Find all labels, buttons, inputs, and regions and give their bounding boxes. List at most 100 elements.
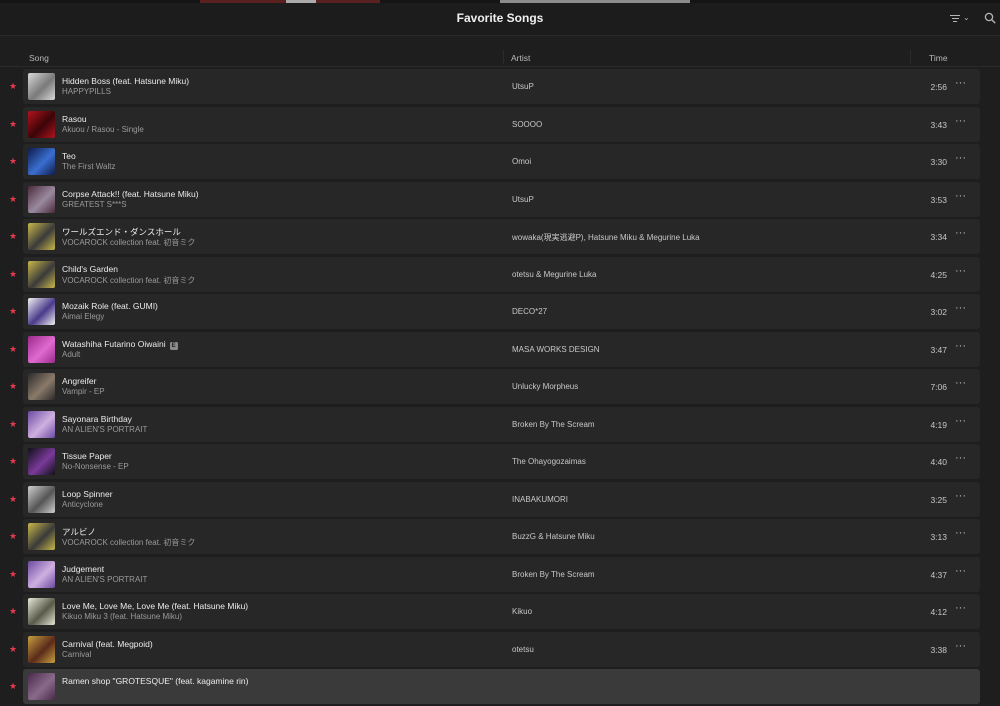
song-title: Sayonara Birthday bbox=[62, 414, 132, 424]
song-title: Hidden Boss (feat. Hatsune Miku) bbox=[62, 76, 189, 86]
song-row[interactable]: ★ アルビノ VOCAROCK collection feat. 初音ミク BuzzG… bbox=[0, 519, 1000, 556]
song-title: Love Me, Love Me, Love Me (feat. Hatsune… bbox=[62, 601, 248, 611]
favorite-star-icon[interactable]: ★ bbox=[9, 606, 17, 617]
sort-options-button[interactable]: ⌄ bbox=[950, 11, 972, 25]
song-title: Corpse Attack!! (feat. Hatsune Miku) bbox=[62, 189, 199, 199]
song-album: Akuou / Rasou - Single bbox=[62, 124, 144, 134]
song-title-text: アルビノ bbox=[62, 527, 96, 537]
strip-bar bbox=[500, 0, 690, 3]
song-row[interactable]: ★ Carnival (feat. Megpoid) Carnival otetsu 3… bbox=[0, 631, 1000, 669]
more-options-icon[interactable]: ··· bbox=[955, 302, 966, 314]
more-options-icon[interactable]: ··· bbox=[955, 415, 966, 427]
song-duration: 3:43 bbox=[930, 119, 947, 130]
song-duration: 3:38 bbox=[930, 644, 947, 655]
row-background bbox=[23, 631, 980, 667]
album-artwork bbox=[28, 110, 55, 138]
search-button[interactable] bbox=[984, 11, 998, 25]
favorite-star-icon[interactable]: ★ bbox=[9, 381, 17, 392]
more-options-icon[interactable]: ··· bbox=[955, 640, 966, 652]
song-duration: 2:56 bbox=[930, 82, 947, 92]
song-title: Judgement bbox=[62, 564, 104, 574]
more-options-icon[interactable]: ··· bbox=[955, 77, 966, 89]
song-duration: 4:12 bbox=[930, 607, 947, 617]
song-title-text: Corpse Attack!! (feat. Hatsune Miku) bbox=[62, 188, 199, 199]
favorite-star-icon[interactable]: ★ bbox=[9, 306, 17, 317]
song-artist: BuzzG & Hatsune Miku bbox=[512, 532, 595, 541]
song-artist: otetsu bbox=[512, 644, 534, 654]
song-row[interactable]: ★ Watashiha Futarino Oiwaini E Adult MASA WO… bbox=[0, 331, 1000, 369]
more-options-icon[interactable]: ··· bbox=[955, 527, 966, 539]
song-title-text: Love Me, Love Me, Love Me (feat. Hatsune… bbox=[62, 601, 249, 611]
favorite-star-icon[interactable]: ★ bbox=[9, 531, 17, 542]
column-header-song[interactable]: Song bbox=[29, 53, 49, 63]
more-options-icon[interactable]: ··· bbox=[955, 377, 966, 389]
song-title-text: Teo bbox=[62, 151, 76, 161]
column-divider[interactable] bbox=[503, 50, 504, 64]
favorite-star-icon[interactable]: ★ bbox=[9, 681, 17, 692]
song-row[interactable]: ★ Corpse Attack!! (feat. Hatsune Miku) GRE… bbox=[0, 181, 1000, 219]
more-options-icon[interactable]: ··· bbox=[955, 602, 966, 614]
favorite-star-icon[interactable]: ★ bbox=[9, 344, 17, 355]
more-options-icon[interactable]: ··· bbox=[955, 227, 966, 239]
song-row[interactable]: ★ Tissue Paper No-Nonsense - EP The Ohayogo… bbox=[0, 444, 1000, 481]
song-row[interactable]: ★ Angreifer Vampir - EP Unlucky Morpheus 7:0… bbox=[0, 369, 1000, 406]
song-row[interactable]: ★ Teo The First Waltz Omoi 3:30 ··· bbox=[0, 144, 1000, 181]
song-row[interactable]: ★ Child's Garden VOCAROCK collection feat.… bbox=[0, 256, 1000, 294]
more-options-icon[interactable]: ··· bbox=[955, 190, 966, 202]
song-row[interactable]: ★ Loop Spinner Anticyclone INABAKUMORI 3:25 ·… bbox=[0, 481, 1000, 519]
more-options-icon[interactable]: ··· bbox=[955, 490, 966, 502]
column-header-artist[interactable]: Artist bbox=[511, 53, 530, 63]
song-row[interactable]: ★ Love Me, Love Me, Love Me (feat. Hatsun… bbox=[0, 594, 1000, 631]
title-bar: Favorite Songs ⌄ bbox=[0, 0, 1000, 36]
row-background bbox=[23, 669, 980, 704]
column-divider[interactable] bbox=[910, 50, 911, 64]
more-options-icon[interactable]: ··· bbox=[955, 115, 966, 127]
favorite-star-icon[interactable]: ★ bbox=[9, 456, 17, 467]
page-title: Favorite Songs bbox=[456, 11, 544, 25]
song-album: The First Waltz bbox=[62, 162, 116, 171]
song-row[interactable]: ★ Judgement AN ALIEN'S PORTRAIT Broken By T… bbox=[0, 556, 1000, 594]
row-background bbox=[23, 106, 980, 142]
favorite-star-icon[interactable]: ★ bbox=[9, 269, 17, 280]
album-artwork bbox=[28, 260, 55, 288]
favorite-star-icon[interactable]: ★ bbox=[9, 231, 17, 242]
song-row[interactable]: ★ Mozaik Role (feat. GUMI) Aimai Elegy DECO… bbox=[0, 294, 1000, 331]
song-row[interactable]: ★ Hidden Boss (feat. Hatsune Miku) HAPPYPI… bbox=[0, 69, 1000, 106]
album-artwork bbox=[28, 148, 55, 175]
more-options-icon[interactable]: ··· bbox=[955, 340, 966, 352]
album-artwork bbox=[28, 560, 55, 588]
more-options-icon[interactable]: ··· bbox=[955, 452, 966, 464]
favorite-star-icon[interactable]: ★ bbox=[9, 156, 17, 167]
song-row[interactable]: ★ Rasou Akuou / Rasou - Single SOOOO 3:43 ··· bbox=[0, 106, 1000, 144]
more-options-icon[interactable]: ··· bbox=[955, 265, 966, 277]
more-options-icon[interactable]: ··· bbox=[955, 152, 966, 164]
song-title: Carnival (feat. Megpoid) bbox=[62, 639, 153, 649]
song-duration: 3:13 bbox=[930, 532, 947, 542]
favorite-star-icon[interactable]: ★ bbox=[9, 494, 17, 505]
song-artist: MASA WORKS DESIGN bbox=[512, 344, 600, 354]
song-row[interactable]: ★ Ramen shop "GROTESQUE" (feat. kagamine … bbox=[0, 669, 1000, 706]
favorite-star-icon[interactable]: ★ bbox=[9, 119, 17, 130]
column-header-time[interactable]: Time bbox=[929, 53, 948, 63]
favorite-star-icon[interactable]: ★ bbox=[9, 81, 17, 92]
song-artist: UtsuP bbox=[512, 194, 534, 204]
top-progress-strip bbox=[0, 0, 1000, 3]
song-album: No-Nonsense - EP bbox=[62, 462, 129, 471]
song-row[interactable]: ★ ワールズエンド・ダンスホール VOCAROCK collection feat.… bbox=[0, 219, 1000, 256]
song-artist: wowaka(現実逃避P), Hatsune Miku & Megurine L… bbox=[512, 233, 700, 242]
favorite-star-icon[interactable]: ★ bbox=[9, 569, 17, 580]
song-row[interactable]: ★ Sayonara Birthday AN ALIEN'S PORTRAIT Bro… bbox=[0, 406, 1000, 444]
song-duration: 3:25 bbox=[930, 494, 947, 505]
song-artist: INABAKUMORI bbox=[512, 494, 569, 504]
more-options-icon[interactable]: ··· bbox=[955, 565, 966, 577]
song-title-text: Judgement bbox=[62, 563, 105, 574]
row-background bbox=[23, 556, 980, 592]
song-artist: otetsu & Megurine Luka bbox=[512, 269, 597, 279]
favorite-star-icon[interactable]: ★ bbox=[9, 419, 17, 430]
favorite-star-icon[interactable]: ★ bbox=[9, 644, 17, 655]
song-artist: UtsuP bbox=[512, 82, 534, 91]
song-title: Loop Spinner bbox=[62, 489, 113, 499]
song-title-text: Loop Spinner bbox=[62, 488, 113, 499]
favorite-star-icon[interactable]: ★ bbox=[9, 194, 17, 205]
sort-lines-icon bbox=[950, 14, 960, 23]
